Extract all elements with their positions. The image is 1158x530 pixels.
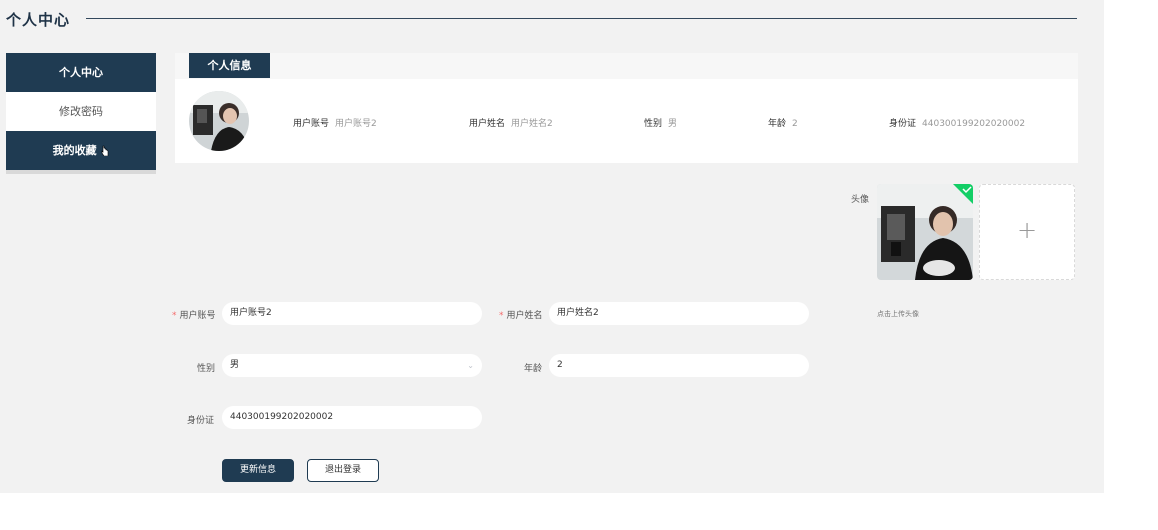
gender-select[interactable]: 男 ⌄ bbox=[222, 354, 482, 377]
gender-field-label: 性别 bbox=[197, 364, 216, 374]
info-idcard-label: 身份证 bbox=[889, 119, 917, 129]
info-account-value: 用户账号2 bbox=[335, 119, 377, 129]
avatar-upload-hint: 点击上传头像 bbox=[877, 310, 919, 318]
sidebar-item-change-password[interactable]: 修改密码 bbox=[6, 92, 156, 131]
info-age-value: 2 bbox=[792, 119, 798, 129]
uploaded-avatar-image[interactable] bbox=[877, 184, 973, 280]
chevron-down-icon: ⌄ bbox=[467, 361, 474, 370]
update-info-button[interactable]: 更新信息 bbox=[222, 459, 294, 482]
sidebar-item-label: 我的收藏 bbox=[52, 144, 97, 157]
info-idcard-value: 440300199202020002 bbox=[922, 119, 1026, 129]
info-age: 年龄 2 bbox=[768, 116, 798, 129]
sidebar-item-label: 个人中心 bbox=[59, 66, 103, 79]
page-background: 个人中心 个人中心 修改密码 我的收藏 个人信息 用户账号 用户账号2 用户姓名… bbox=[0, 0, 1104, 493]
info-gender-value: 男 bbox=[668, 119, 678, 129]
upload-success-check-icon bbox=[953, 184, 973, 204]
account-input[interactable]: 用户账号2 bbox=[222, 302, 482, 325]
tab-personal-info[interactable]: 个人信息 bbox=[189, 53, 270, 78]
required-mark: * bbox=[499, 311, 504, 321]
sidebar-item-my-favorites[interactable]: 我的收藏 bbox=[6, 131, 156, 170]
info-name: 用户姓名 用户姓名2 bbox=[469, 116, 553, 129]
required-mark: * bbox=[172, 311, 177, 321]
personal-info-card: 个人信息 用户账号用户账号2 用户姓名用户姓名2 性别男 年龄 2 身份证 bbox=[175, 53, 1078, 163]
name-label-text: 用户姓名 bbox=[506, 311, 543, 321]
avatar bbox=[189, 91, 249, 151]
age-field-label: 年龄 bbox=[524, 364, 543, 374]
account-label-text: 用户账号 bbox=[179, 311, 216, 321]
gender-select-value: 男 bbox=[230, 360, 240, 370]
info-account: 用户账号 用户账号2 bbox=[293, 116, 377, 129]
idcard-input[interactable]: 440300199202020002 bbox=[222, 406, 482, 429]
avatar-upload-trigger[interactable]: + bbox=[979, 184, 1075, 280]
avatar-upload-label: 头像 bbox=[851, 195, 870, 205]
info-idcard: 身份证 440300199202020002 bbox=[889, 116, 1025, 129]
page-title: 个人中心 bbox=[6, 11, 71, 29]
sidebar-item-personal-center[interactable]: 个人中心 bbox=[6, 53, 156, 92]
sidebar: 个人中心 修改密码 我的收藏 bbox=[6, 53, 156, 174]
idcard-field-label: 身份证 bbox=[187, 416, 215, 426]
info-name-value: 用户姓名2 bbox=[511, 119, 553, 129]
hand-cursor-icon bbox=[102, 145, 109, 156]
logout-button[interactable]: 退出登录 bbox=[307, 459, 379, 482]
sidebar-item-label: 修改密码 bbox=[59, 105, 103, 118]
info-gender-label: 性别 bbox=[644, 119, 663, 129]
avatar-photo bbox=[189, 91, 249, 151]
info-account-label: 用户账号 bbox=[293, 119, 330, 129]
info-name-label: 用户姓名 bbox=[469, 119, 506, 129]
name-field-label: * 用户姓名 bbox=[499, 308, 543, 321]
plus-icon: + bbox=[1016, 216, 1038, 244]
name-input[interactable]: 用户姓名2 bbox=[549, 302, 809, 325]
info-age-label: 年龄 bbox=[768, 119, 787, 129]
title-divider bbox=[86, 18, 1077, 19]
account-field-label: * 用户账号 bbox=[172, 308, 216, 321]
info-gender: 性别男 bbox=[644, 116, 677, 129]
age-input[interactable]: 2 bbox=[549, 354, 809, 377]
sidebar-shadow bbox=[6, 170, 156, 174]
info-card-header bbox=[175, 53, 1078, 79]
